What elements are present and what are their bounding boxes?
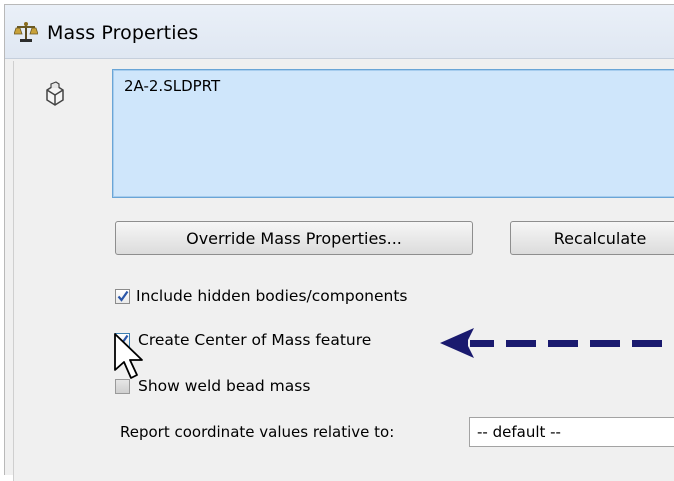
override-mass-properties-button[interactable]: Override Mass Properties...: [115, 221, 473, 255]
recalculate-button-label: Recalculate: [553, 228, 647, 248]
arrow-dash: [470, 340, 494, 347]
create-center-of-mass-option[interactable]: Create Center of Mass feature: [115, 329, 371, 351]
arrow-dash: [506, 340, 536, 347]
dashed-arrow-left-icon: [440, 328, 662, 358]
part-icon: [46, 81, 64, 106]
arrow-dash: [590, 340, 620, 347]
checkmark-icon: [117, 290, 129, 302]
include-hidden-label: Include hidden bodies/components: [136, 287, 408, 305]
coordinate-reference-label: Report coordinate values relative to:: [120, 423, 395, 441]
coordinate-reference-select[interactable]: -- default --: [469, 417, 674, 447]
selection-listbox[interactable]: 2A-2.SLDPRT: [112, 69, 674, 198]
show-weld-bead-label: Show weld bead mass: [138, 377, 311, 395]
window-title: Mass Properties: [47, 22, 199, 44]
override-button-label: Override Mass Properties...: [186, 228, 402, 248]
arrow-dash: [632, 340, 662, 347]
coordinate-reference-value: -- default --: [477, 423, 561, 441]
create-center-of-mass-label: Create Center of Mass feature: [138, 331, 372, 349]
arrow-dash: [548, 340, 578, 347]
selected-part-item[interactable]: 2A-2.SLDPRT: [124, 77, 220, 95]
title-bar: Mass Properties: [5, 5, 674, 59]
recalculate-button[interactable]: Recalculate: [510, 221, 674, 255]
mouse-pointer-icon: [114, 333, 143, 379]
include-hidden-option[interactable]: Include hidden bodies/components: [115, 285, 408, 307]
balance-scale-icon: [14, 22, 38, 42]
arrow-head: [440, 328, 474, 358]
include-hidden-checkbox[interactable]: [115, 288, 130, 304]
